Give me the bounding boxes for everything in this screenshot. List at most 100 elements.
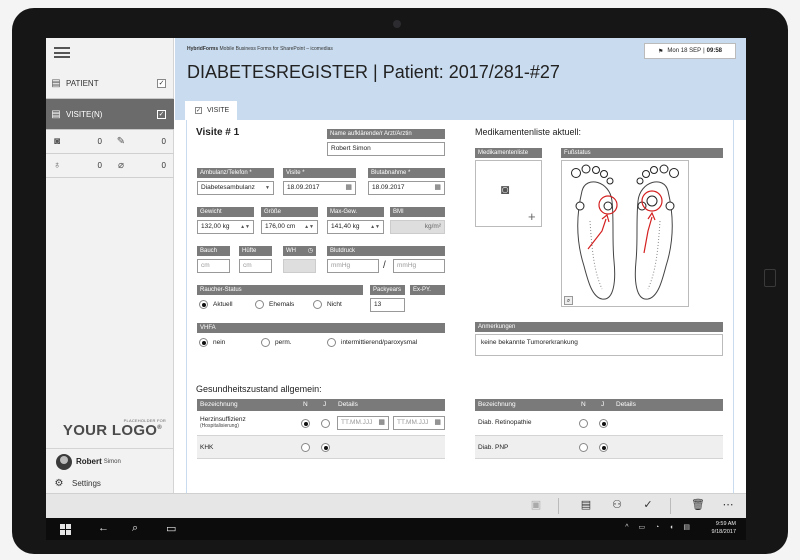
table-header: Bezeichnung N J Details: [197, 399, 445, 411]
trash-icon[interactable]: 🗑: [690, 498, 706, 511]
vhfa-option-nein[interactable]: nein: [199, 338, 225, 347]
sidebar-item-label: PATIENT: [66, 78, 99, 88]
fussstatus-label: Fußstatus: [561, 148, 723, 158]
bauch-field[interactable]: cm: [197, 259, 230, 273]
maxgew-label: Max-Gew.: [327, 207, 384, 217]
radio-n[interactable]: [301, 419, 310, 428]
raucher-label: Raucher-Status: [197, 285, 363, 295]
sidebar-item-visiten[interactable]: ▤ VISITE(N) ✓: [46, 99, 174, 130]
raucher-option-nicht[interactable]: Nicht: [313, 300, 342, 309]
search-icon[interactable]: ⌕: [132, 522, 138, 535]
radio-n[interactable]: [301, 443, 310, 452]
blutabnahme-label: Blutabnahme *: [368, 168, 445, 178]
maxgew-field[interactable]: 141,40 kg ▲▼: [327, 220, 384, 234]
arzt-field[interactable]: Robert Simon: [327, 142, 445, 156]
share-users-icon[interactable]: ⚇: [609, 498, 625, 511]
page-title: DIABETESREGISTER | Patient: 2017/281-#27: [187, 62, 560, 82]
visite-date-field[interactable]: 18.09.2017 ▦: [283, 181, 356, 195]
attachment-counter[interactable]: ⌀ 0: [110, 154, 174, 178]
chevron-down-icon: ▼: [265, 185, 270, 191]
radio-n[interactable]: [579, 443, 588, 452]
groesse-field[interactable]: 176,00 cm ▲▼: [261, 220, 318, 234]
divider: [670, 498, 671, 514]
anmerkungen-label: Anmerkungen: [475, 322, 723, 332]
stepper-icon[interactable]: ▲▼: [240, 221, 250, 233]
checkmark-icon[interactable]: ✓: [640, 498, 656, 511]
groesse-label: Größe: [261, 207, 318, 217]
wh-label: WH ◷: [283, 246, 316, 256]
task-view-icon[interactable]: ▭: [166, 522, 176, 535]
medikamente-title: Medikamentenliste aktuell:: [475, 127, 582, 137]
app-bar: ▣ ▤ ⚇ ✓ 🗑 ⋯: [46, 493, 746, 518]
save-icon[interactable]: ▤: [578, 498, 594, 511]
windows-button[interactable]: [764, 269, 776, 287]
date-field[interactable]: TT.MM.JJJ ▦: [393, 416, 445, 430]
visite-date-label: Visite *: [283, 168, 356, 178]
more-icon[interactable]: ⋯: [720, 498, 736, 511]
radio-j[interactable]: [599, 419, 608, 428]
taskbar-clock[interactable]: 9:59 AM 9/18/2017: [712, 520, 736, 536]
plus-icon[interactable]: +: [528, 209, 536, 224]
ambulanz-select[interactable]: Diabetesambulanz ▼: [197, 181, 274, 195]
gesundheit-table-left: Bezeichnung N J Details Herzinsuffizienz…: [197, 399, 445, 459]
arzt-label: Name aufklärende/r Arzt/Arztin: [327, 129, 445, 139]
date-field[interactable]: TT.MM.JJJ ▦: [337, 416, 389, 430]
zoom-icon[interactable]: ⌕: [564, 296, 573, 305]
radio-j[interactable]: [321, 443, 330, 452]
raucher-option-ehemals[interactable]: Ehemals: [255, 300, 294, 309]
sidebar-item-patient[interactable]: ▤ PATIENT ✓: [46, 68, 174, 99]
photo-counter[interactable]: ◙ 0: [46, 130, 110, 154]
blutdruck-separator: /: [383, 260, 386, 271]
header: HybridForms Mobile Business Forms for Sh…: [175, 38, 746, 120]
bmi-field: kg/m²: [390, 220, 445, 234]
app-screen: ▤ PATIENT ✓ ▤ VISITE(N) ✓ ◙ 0 ✎ 0 ♁ 0 ⌀ …: [46, 38, 746, 518]
radio-icon: [199, 300, 208, 309]
packyears-field[interactable]: 13: [370, 298, 405, 312]
windows-taskbar: ← ⌕ ▭ ^ ▭ ◔ ◖ ▤ 9:59 AM 9/18/2017: [46, 518, 746, 540]
wh-field: [283, 259, 316, 273]
gesundheit-table-right: Bezeichnung N J Details Diab. Retinopath…: [475, 399, 723, 459]
radio-icon: [313, 300, 322, 309]
back-arrow-icon[interactable]: ←: [98, 522, 109, 534]
divider: [558, 498, 559, 514]
visit-form: Visite # 1 Name aufklärende/r Arzt/Arzti…: [186, 120, 734, 493]
clock-icon: ◷: [307, 248, 313, 254]
table-row: Herzinsuffizienz (Hospitalisierung) TT.MM…: [197, 411, 445, 436]
radio-n[interactable]: [579, 419, 588, 428]
pdf-icon[interactable]: ▣: [528, 498, 544, 511]
blutdruck-diastolic-field[interactable]: mmHg: [393, 259, 445, 273]
settings-button[interactable]: ⚙ Settings: [46, 474, 174, 493]
windows-start-icon[interactable]: [60, 524, 71, 535]
gewicht-field[interactable]: 132,00 kg ▲▼: [197, 220, 254, 234]
paperclip-icon: ⌀: [117, 160, 125, 171]
huefte-field[interactable]: cm: [239, 259, 272, 273]
radio-icon: [261, 338, 270, 347]
document-icon: ▤: [51, 108, 61, 120]
camera-icon: ◙: [53, 136, 61, 147]
stepper-icon[interactable]: ▲▼: [370, 221, 380, 233]
medikamente-photo-box[interactable]: ◙ +: [475, 160, 542, 227]
radio-j[interactable]: [321, 419, 330, 428]
anmerkungen-field[interactable]: keine bekannte Tumorerkrankung: [475, 334, 723, 356]
vhfa-option-perm[interactable]: perm.: [261, 338, 292, 347]
user-first-name: Robert: [76, 457, 102, 466]
raucher-option-aktuell[interactable]: Aktuell: [199, 300, 233, 309]
vhfa-option-intermittierend[interactable]: intermittierend/paroxysmal: [327, 338, 417, 347]
system-tray-icons[interactable]: ^ ▭ ◔ ◖ ▤: [625, 523, 694, 531]
radio-icon: [327, 338, 336, 347]
fussstatus-sketch[interactable]: ⌕: [561, 160, 689, 307]
blutdruck-systolic-field[interactable]: mmHg: [327, 259, 379, 273]
hamburger-menu-icon[interactable]: [54, 47, 70, 58]
radio-icon: [255, 300, 264, 309]
radio-j[interactable]: [599, 443, 608, 452]
blutabnahme-field[interactable]: 18.09.2017 ▦: [368, 181, 445, 195]
sketch-counter[interactable]: ✎ 0: [110, 130, 174, 154]
stepper-icon[interactable]: ▲▼: [304, 221, 314, 233]
tab-visite[interactable]: ✓ VISITE: [185, 101, 237, 120]
user-profile[interactable]: Robert Simon: [46, 448, 174, 474]
camera-icon: ◙: [501, 181, 510, 197]
logo: YOUR LOGO®: [62, 422, 162, 439]
calendar-icon: ▦: [345, 184, 352, 191]
date-badge: ⚑ Mon 18 SEP | 09:58: [644, 43, 736, 59]
audio-counter[interactable]: ♁ 0: [46, 154, 110, 178]
